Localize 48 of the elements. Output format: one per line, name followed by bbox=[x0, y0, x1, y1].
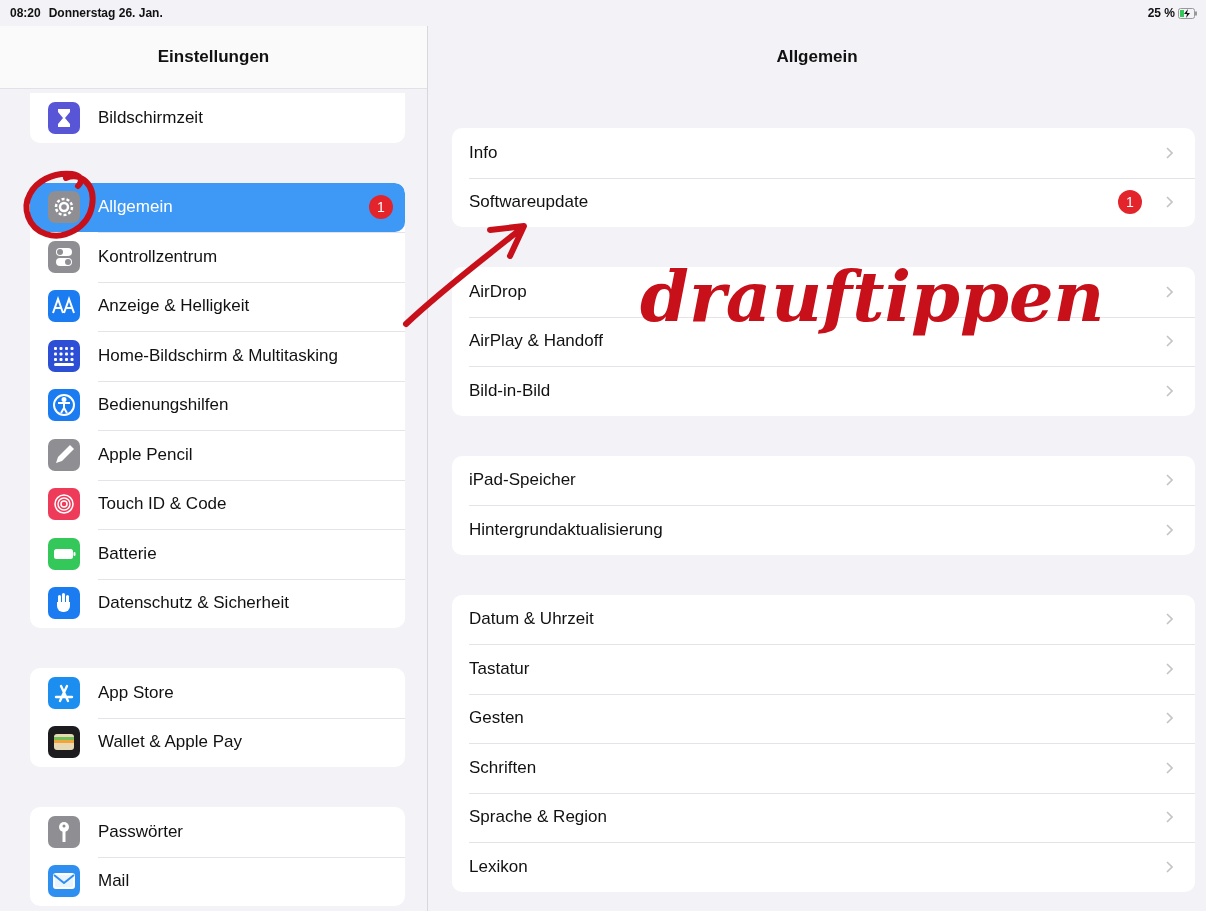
sidebar-title: Einstellungen bbox=[0, 26, 427, 89]
settings-item[interactable]: Datum & Uhrzeit bbox=[469, 609, 594, 629]
chevron-icon bbox=[1166, 196, 1173, 209]
chevron-icon bbox=[1166, 285, 1173, 298]
sidebar-item[interactable]: Passwörter bbox=[30, 807, 405, 857]
sidebar-item[interactable]: Mail bbox=[30, 856, 405, 906]
chevron-icon bbox=[1166, 860, 1173, 873]
sidebar-item[interactable]: App Store bbox=[30, 668, 405, 718]
sidebar-item[interactable]: Anzeige & Helligkeit bbox=[30, 281, 405, 331]
chevron-icon bbox=[1166, 335, 1173, 348]
settings-item[interactable]: Lexikon bbox=[469, 856, 528, 876]
chevron-icon bbox=[1166, 523, 1173, 536]
chevron-icon bbox=[1166, 613, 1173, 626]
sidebar-item[interactable]: Wallet & Apple Pay bbox=[30, 717, 405, 767]
settings-item[interactable]: AirPlay & Handoff bbox=[469, 331, 603, 351]
battery-percent: 25 % bbox=[1147, 6, 1175, 20]
settings-item[interactable]: Bild-in-Bild bbox=[469, 380, 551, 400]
sidebar-item[interactable]: Bedienungshilfen bbox=[30, 380, 405, 430]
settings-item[interactable]: Sprache & Region bbox=[469, 807, 607, 827]
chevron-icon bbox=[1166, 474, 1173, 487]
sidebar-item[interactable]: Kontrollzentrum bbox=[30, 232, 405, 282]
settings-item[interactable]: Info bbox=[469, 142, 498, 162]
sidebar-item[interactable]: Datenschutz & Sicherheit bbox=[30, 578, 405, 628]
settings-item[interactable]: AirDrop bbox=[469, 281, 527, 301]
settings-item[interactable]: Softwareupdate bbox=[469, 192, 589, 212]
page-title: Allgemein bbox=[775, 46, 859, 68]
battery-charging-icon bbox=[1178, 7, 1198, 19]
chevron-icon bbox=[1166, 662, 1173, 675]
sidebar-item[interactable]: Apple Pencil bbox=[30, 430, 405, 480]
status-time: 08:20 bbox=[10, 6, 41, 20]
chevron-icon bbox=[1166, 712, 1173, 725]
chevron-icon bbox=[1166, 384, 1173, 397]
sidebar-item[interactable]: Bildschirmzeit bbox=[30, 93, 405, 143]
settings-item[interactable]: Schriften bbox=[469, 757, 537, 777]
chevron-icon bbox=[1166, 146, 1173, 159]
sidebar-item[interactable]: Home-Bildschirm & Multitasking bbox=[30, 331, 405, 381]
chevron-icon bbox=[1166, 811, 1173, 824]
status-date: Donnerstag 26. Jan. bbox=[48, 6, 163, 20]
settings-item[interactable]: Hintergrundaktualisierung bbox=[469, 519, 663, 539]
sidebar-item[interactable]: Batterie bbox=[30, 529, 405, 579]
sidebar-item[interactable]: Allgemein 1 bbox=[30, 182, 405, 232]
notification-badge: 1 bbox=[369, 195, 393, 220]
sidebar-item[interactable]: Touch ID & Code bbox=[30, 479, 405, 529]
chevron-icon bbox=[1166, 761, 1173, 774]
notification-badge: 1 bbox=[1118, 190, 1142, 215]
settings-item[interactable]: Gesten bbox=[469, 708, 524, 728]
settings-item[interactable]: Tastatur bbox=[469, 658, 530, 678]
settings-item[interactable]: iPad-Speicher bbox=[469, 470, 576, 490]
